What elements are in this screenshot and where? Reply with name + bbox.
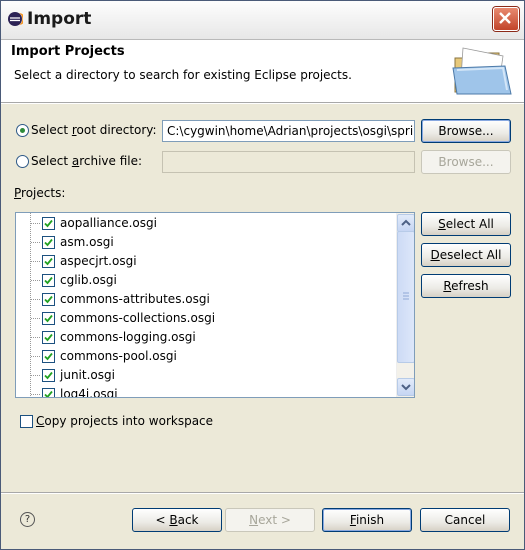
browse-archive-button[interactable]: Browse... xyxy=(421,150,511,174)
deselect-all-button[interactable]: Deselect All xyxy=(421,243,511,267)
back-button[interactable]: < Back xyxy=(132,508,222,532)
project-checkbox[interactable] xyxy=(42,274,55,287)
project-label: commons-attributes.osgi xyxy=(60,292,210,306)
copy-projects-label[interactable]: Copy projects into workspace xyxy=(36,414,213,428)
tree-connector xyxy=(31,375,41,376)
project-tree-item[interactable]: commons-attributes.osgi xyxy=(16,290,396,309)
tree-connector xyxy=(31,223,41,224)
select-all-button[interactable]: Select All xyxy=(421,212,511,236)
project-tree-item[interactable]: commons-logging.osgi xyxy=(16,328,396,347)
project-tree-item[interactable]: aspecjrt.osgi xyxy=(16,252,396,271)
project-label: commons-collections.osgi xyxy=(60,311,216,325)
tree-connector xyxy=(31,356,41,357)
project-label: commons-logging.osgi xyxy=(60,330,196,344)
check-icon xyxy=(44,295,53,304)
projects-scrollbar[interactable] xyxy=(396,213,414,397)
project-label: asm.osgi xyxy=(60,235,114,249)
banner-description: Select a directory to search for existin… xyxy=(14,68,352,82)
project-tree-item[interactable]: asm.osgi xyxy=(16,233,396,252)
footer-separator-highlight xyxy=(1,493,524,494)
project-label: commons-pool.osgi xyxy=(60,349,177,363)
copy-projects-checkbox[interactable] xyxy=(20,415,33,428)
project-tree-item[interactable]: junit.osgi xyxy=(16,366,396,385)
chevron-up-icon xyxy=(401,219,411,226)
eclipse-icon xyxy=(8,12,23,26)
archive-file-radio[interactable] xyxy=(16,155,29,168)
browse-root-button[interactable]: Browse... xyxy=(421,119,511,143)
tree-connector xyxy=(31,299,41,300)
check-icon xyxy=(44,314,53,323)
check-icon xyxy=(44,276,53,285)
root-directory-radio[interactable] xyxy=(16,124,29,137)
tree-connector xyxy=(31,394,41,395)
check-icon xyxy=(44,257,53,266)
project-label: aspecjrt.osgi xyxy=(60,254,137,268)
cancel-button[interactable]: Cancel xyxy=(420,508,510,532)
check-icon xyxy=(44,219,53,228)
tree-connector xyxy=(31,261,41,262)
project-checkbox[interactable] xyxy=(42,388,55,397)
project-checkbox[interactable] xyxy=(42,236,55,249)
tree-connector xyxy=(31,318,41,319)
root-directory-input[interactable]: C:\cygwin\home\Adrian\projects\osgi\spri xyxy=(162,120,415,142)
help-icon[interactable]: ? xyxy=(20,512,35,527)
scroll-down-button[interactable] xyxy=(397,378,414,396)
project-checkbox[interactable] xyxy=(42,293,55,306)
project-checkbox[interactable] xyxy=(42,369,55,382)
window-title: Import xyxy=(27,9,92,29)
close-icon xyxy=(499,12,511,24)
project-tree-item[interactable]: commons-collections.osgi xyxy=(16,309,396,328)
chevron-down-icon xyxy=(401,384,411,391)
tree-connector xyxy=(31,242,41,243)
close-button[interactable] xyxy=(493,7,519,31)
project-label: junit.osgi xyxy=(60,368,115,382)
refresh-button[interactable]: Refresh xyxy=(421,274,511,298)
tree-connector xyxy=(31,337,41,338)
scroll-thumb[interactable] xyxy=(397,231,414,363)
project-tree-item[interactable]: cglib.osgi xyxy=(16,271,396,290)
check-icon xyxy=(44,238,53,247)
wizard-banner: Import Projects Select a directory to se… xyxy=(1,40,524,103)
project-label: aopalliance.osgi xyxy=(60,216,157,230)
projects-tree[interactable]: aopalliance.osgi asm.osgi aspecjrt.osgi cgl… xyxy=(15,212,415,398)
finish-button[interactable]: Finish xyxy=(322,508,412,532)
check-icon xyxy=(44,333,53,342)
folder-icon xyxy=(452,47,512,95)
grip-icon xyxy=(403,292,409,300)
banner-title: Import Projects xyxy=(11,44,125,59)
project-label: log4j.osgi xyxy=(60,387,118,398)
check-icon xyxy=(44,352,53,361)
root-directory-label[interactable]: Select root directory: xyxy=(31,123,157,137)
project-checkbox[interactable] xyxy=(42,312,55,325)
project-label: cglib.osgi xyxy=(60,273,117,287)
project-tree-item[interactable]: log4j.osgi xyxy=(16,385,396,398)
check-icon xyxy=(44,371,53,380)
import-dialog: Import Import Projects Select a director… xyxy=(0,0,525,550)
archive-file-label[interactable]: Select archive file: xyxy=(31,154,142,168)
project-checkbox[interactable] xyxy=(42,350,55,363)
archive-file-input[interactable] xyxy=(162,151,415,173)
scroll-up-button[interactable] xyxy=(397,214,414,232)
project-checkbox[interactable] xyxy=(42,217,55,230)
project-checkbox[interactable] xyxy=(42,331,55,344)
project-tree-item[interactable]: aopalliance.osgi xyxy=(16,214,396,233)
banner-separator xyxy=(1,103,524,104)
check-icon xyxy=(44,390,53,397)
title-bar[interactable]: Import xyxy=(1,1,524,40)
project-checkbox[interactable] xyxy=(42,255,55,268)
tree-connector xyxy=(31,280,41,281)
projects-label: Projects: xyxy=(14,186,66,200)
next-button[interactable]: Next > xyxy=(225,508,315,532)
project-tree-item[interactable]: commons-pool.osgi xyxy=(16,347,396,366)
